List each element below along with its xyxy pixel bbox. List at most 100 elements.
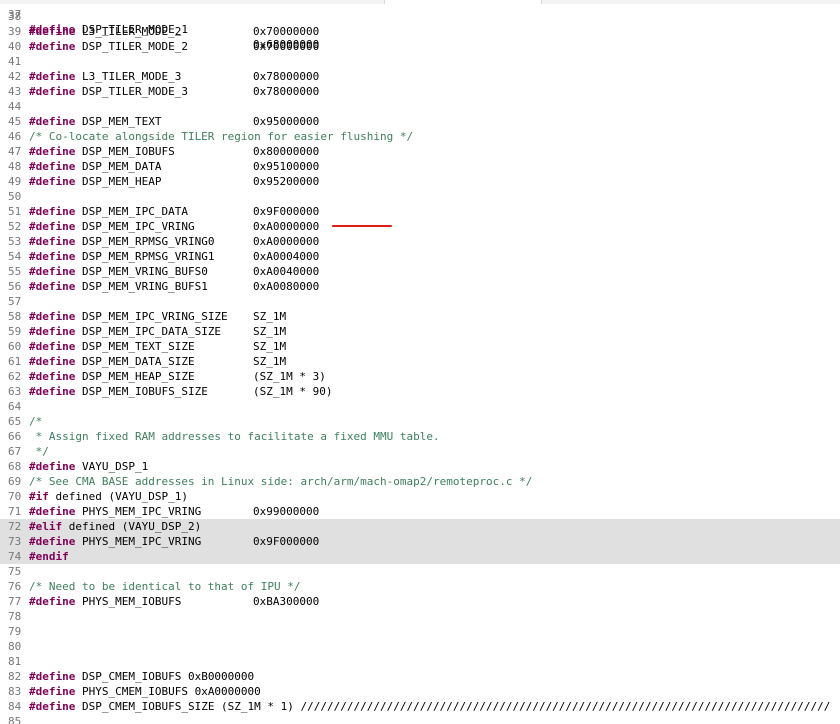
code-line[interactable]: 76 /* Need to be identical to that of IPU… <box>0 579 840 594</box>
code-line[interactable]: 72 #elif defined (VAYU_DSP_2) <box>0 519 840 534</box>
line-code: /* <box>29 414 42 429</box>
line-code: #define DSP_MEM_VRING_BUFS0 <box>29 264 208 279</box>
code-line[interactable]: 43 #define DSP_TILER_MODE_3 0x78000000 <box>0 84 840 99</box>
code-line[interactable]: 38 <box>0 9 840 24</box>
code-line[interactable]: 62 #define DSP_MEM_HEAP_SIZE (SZ_1M * 3) <box>0 369 840 384</box>
code-line[interactable]: 53 #define DSP_MEM_RPMSG_VRING0 0xA0000000 <box>0 234 840 249</box>
code-line[interactable]: 39 #define L3_TILER_MODE_2 0x70000000 <box>0 24 840 39</box>
macro-name: DSP_MEM_TEXT_SIZE <box>81 340 195 353</box>
code-line[interactable]: 67 */ <box>0 444 840 459</box>
code-line[interactable]: 49 #define DSP_MEM_HEAP 0x95200000 <box>0 174 840 189</box>
preprocessor-keyword: #define <box>29 205 76 218</box>
macro-name: DSP_MEM_IPC_DATA <box>81 205 188 218</box>
macro-name: DSP_MEM_RPMSG_VRING0 <box>81 235 215 248</box>
line-number: 56 <box>8 280 22 293</box>
line-number: 80 <box>8 640 22 653</box>
code-line[interactable]: 57 <box>0 294 840 309</box>
macro-value: 0x78000000 <box>253 85 320 98</box>
code-line[interactable]: 42 #define L3_TILER_MODE_3 0x78000000 <box>0 69 840 84</box>
line-code: #define DSP_CMEM_IOBUFS_SIZE (SZ_1M * 1)… <box>29 699 830 714</box>
code-line[interactable]: 63 #define DSP_MEM_IOBUFS_SIZE (SZ_1M * 90… <box>0 384 840 399</box>
code-line[interactable]: 65 /* <box>0 414 840 429</box>
code-line[interactable]: 74 #endif <box>0 549 840 564</box>
macro-name: DSP_MEM_IPC_DATA_SIZE <box>81 325 222 338</box>
code-line[interactable]: 77 #define PHYS_MEM_IOBUFS 0xBA300000 <box>0 594 840 609</box>
line-number: 53 <box>8 235 22 248</box>
preprocessor-keyword: #define <box>29 25 76 38</box>
code-line[interactable]: 45 #define DSP_MEM_TEXT 0x95000000 <box>0 114 840 129</box>
preprocessor-keyword: #define <box>29 505 76 518</box>
macro-value: SZ_1M <box>253 355 287 368</box>
line-number: 78 <box>8 610 22 623</box>
code-line[interactable]: 81 <box>0 654 840 669</box>
line-number: 75 <box>8 565 22 578</box>
macro-name: PHYS_CMEM_IOBUFS 0xA0000000 <box>81 685 261 698</box>
code-line[interactable]: 51 #define DSP_MEM_IPC_DATA 0x9F000000 <box>0 204 840 219</box>
code-line[interactable]: 48 #define DSP_MEM_DATA 0x95100000 <box>0 159 840 174</box>
code-comment: */ <box>29 445 49 458</box>
line-code: #define L3_TILER_MODE_3 <box>29 69 181 84</box>
line-code: #define DSP_MEM_IPC_VRING_SIZE <box>29 309 228 324</box>
macro-value: SZ_1M <box>253 340 287 353</box>
line-code: #define DSP_MEM_DATA <box>29 159 161 174</box>
code-line[interactable]: 41 <box>0 54 840 69</box>
preprocessor-keyword: #define <box>29 700 76 713</box>
code-line[interactable]: 64 <box>0 399 840 414</box>
code-line[interactable]: 52 #define DSP_MEM_IPC_VRING 0xA0000000 <box>0 219 840 234</box>
code-line[interactable]: 85 <box>0 714 840 724</box>
code-line[interactable]: 79 <box>0 624 840 639</box>
line-number: 79 <box>8 625 22 638</box>
code-line[interactable]: 73 #define PHYS_MEM_IPC_VRING 0x9F000000 <box>0 534 840 549</box>
code-line[interactable]: 56 #define DSP_MEM_VRING_BUFS1 0xA0080000 <box>0 279 840 294</box>
line-number: 73 <box>8 535 22 548</box>
code-line[interactable]: 58 #define DSP_MEM_IPC_VRING_SIZE SZ_1M <box>0 309 840 324</box>
code-line[interactable]: 55 #define DSP_MEM_VRING_BUFS0 0xA0040000 <box>0 264 840 279</box>
code-line[interactable]: 82 #define DSP_CMEM_IOBUFS 0xB0000000 <box>0 669 840 684</box>
preprocessor-keyword: #define <box>29 325 76 338</box>
line-number: 45 <box>8 115 22 128</box>
code-line[interactable]: 78 <box>0 609 840 624</box>
code-line[interactable]: 69 /* See CMA BASE addresses in Linux sid… <box>0 474 840 489</box>
code-line[interactable]: 71 #define PHYS_MEM_IPC_VRING 0x99000000 <box>0 504 840 519</box>
code-line[interactable]: 40 #define DSP_TILER_MODE_2 0x70000000 <box>0 39 840 54</box>
macro-name: DSP_MEM_VRING_BUFS0 <box>81 265 208 278</box>
line-number: 39 <box>8 25 22 38</box>
code-line[interactable]: 84 #define DSP_CMEM_IOBUFS_SIZE (SZ_1M * … <box>0 699 840 714</box>
macro-value: 0x95100000 <box>253 160 320 173</box>
code-line[interactable]: 70 #if defined (VAYU_DSP_1) <box>0 489 840 504</box>
macro-value: 0x80000000 <box>253 145 320 158</box>
code-editor[interactable]: 37 #define DSP_TILER_MODE_1 0x68000000 3… <box>0 0 840 724</box>
code-line[interactable]: 46 /* Co-locate alongside TILER region fo… <box>0 129 840 144</box>
code-line[interactable]: 68 #define VAYU_DSP_1 <box>0 459 840 474</box>
code-line[interactable]: 66 * Assign fixed RAM addresses to facil… <box>0 429 840 444</box>
code-line[interactable]: 44 <box>0 99 840 114</box>
line-code: #define DSP_TILER_MODE_3 <box>29 84 188 99</box>
code-line[interactable]: 54 #define DSP_MEM_RPMSG_VRING1 0xA0004000 <box>0 249 840 264</box>
code-line[interactable]: 83 #define PHYS_CMEM_IOBUFS 0xA0000000 <box>0 684 840 699</box>
code-line[interactable]: 50 <box>0 189 840 204</box>
preprocessor-keyword: #define <box>29 535 76 548</box>
macro-name: DSP_MEM_TEXT <box>81 115 162 128</box>
line-number: 54 <box>8 250 22 263</box>
line-number: 85 <box>8 715 22 724</box>
code-line[interactable]: 47 #define DSP_MEM_IOBUFS 0x80000000 <box>0 144 840 159</box>
line-number: 44 <box>8 100 22 113</box>
code-line[interactable]: 80 <box>0 639 840 654</box>
macro-value: 0xBA300000 <box>253 595 320 608</box>
macro-value: 0xA0000000 <box>253 235 320 248</box>
macro-name: DSP_MEM_IOBUFS_SIZE <box>81 385 208 398</box>
line-number: 57 <box>8 295 22 308</box>
code-line[interactable]: 60 #define DSP_MEM_TEXT_SIZE SZ_1M <box>0 339 840 354</box>
line-number: 68 <box>8 460 22 473</box>
red-underline-annotation <box>332 225 392 227</box>
macro-name: PHYS_MEM_IOBUFS <box>81 595 182 608</box>
line-number: 38 <box>8 10 22 23</box>
code-line[interactable]: 59 #define DSP_MEM_IPC_DATA_SIZE SZ_1M <box>0 324 840 339</box>
code-line[interactable]: 61 #define DSP_MEM_DATA_SIZE SZ_1M <box>0 354 840 369</box>
macro-value: (SZ_1M * 3) <box>253 370 326 383</box>
code-line[interactable]: 75 <box>0 564 840 579</box>
macro-name: DSP_MEM_RPMSG_VRING1 <box>81 250 215 263</box>
line-number: 55 <box>8 265 22 278</box>
preprocessor-keyword: #define <box>29 355 76 368</box>
line-code: #define PHYS_CMEM_IOBUFS 0xA0000000 <box>29 684 261 699</box>
